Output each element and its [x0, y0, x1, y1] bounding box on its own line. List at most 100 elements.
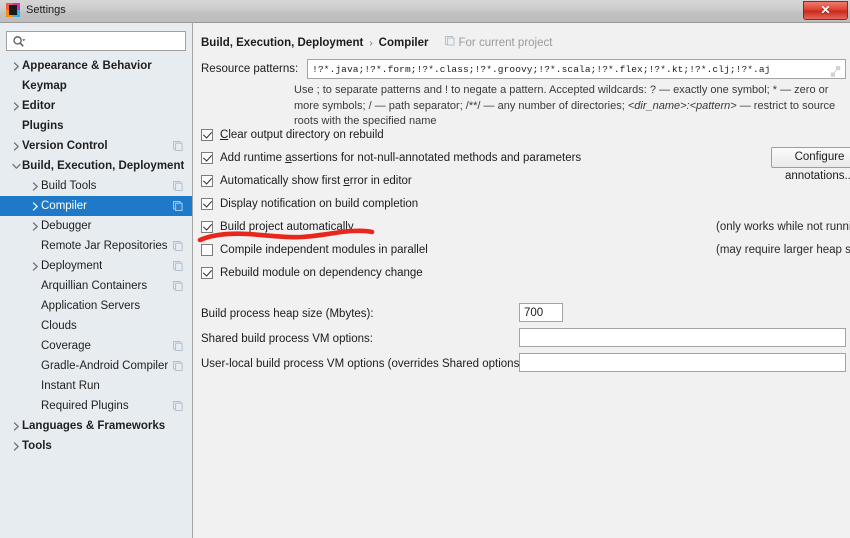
checkbox-side-note: (may require larger heap size) [716, 243, 850, 256]
copy-settings-icon [173, 181, 183, 192]
checkbox-row: Compile independent modules in parallel (… [201, 238, 850, 261]
field-label: Shared build process VM options: [201, 332, 373, 345]
checkbox-display-notification-on-build-completion[interactable] [201, 197, 213, 210]
sidebar-item-editor[interactable]: Editor [0, 96, 192, 116]
compiler-fields: Build process heap size (Mbytes): Shared … [201, 301, 846, 376]
resource-patterns-value[interactable]: !?*.java;!?*.form;!?*.class;!?*.groovy;!… [312, 62, 823, 77]
checkbox-row: Build project automatically (only works w… [201, 215, 850, 238]
settings-sidebar: Appearance & Behavior Keymap Editor Plugins… [0, 23, 193, 538]
sidebar-item-deployment[interactable]: Deployment [0, 256, 192, 276]
chevron-right-icon[interactable] [30, 201, 41, 211]
chevron-right-icon[interactable] [11, 61, 22, 71]
sidebar-item-remote-jar-repositories[interactable]: Remote Jar Repositories [0, 236, 192, 256]
settings-tree: Appearance & Behavior Keymap Editor Plugins… [0, 56, 192, 538]
sidebar-item-instant-run[interactable]: Instant Run [0, 376, 192, 396]
input-shared[interactable] [519, 328, 846, 347]
copy-settings-icon [173, 261, 183, 272]
sidebar-item-label: Required Plugins [41, 400, 129, 412]
input-userlocal[interactable] [519, 353, 846, 372]
breadcrumb-root[interactable]: Build, Execution, Deployment [201, 37, 363, 49]
chevron-right-icon[interactable] [30, 181, 41, 191]
help-line-2a: / — path separator; /**/ — any number of… [368, 99, 628, 112]
chevron-right-icon[interactable] [30, 261, 41, 271]
checkbox-label[interactable]: Display notification on build completion [220, 198, 418, 210]
checkbox-row: Add runtime assertions for not-null-anno… [201, 146, 850, 182]
sidebar-item-required-plugins[interactable]: Required Plugins [0, 396, 192, 416]
sidebar-item-label: Compiler [41, 200, 88, 212]
search-icon [12, 35, 26, 49]
copy-settings-icon [173, 361, 183, 372]
checkbox-label[interactable]: Compile independent modules in parallel [220, 244, 428, 256]
sidebar-item-label: Editor [22, 100, 56, 112]
sidebar-item-label: Gradle-Android Compiler [41, 360, 169, 372]
chevron-down-icon[interactable] [11, 163, 22, 170]
window-title: Settings [26, 4, 66, 16]
copy-settings-icon [173, 201, 183, 212]
sidebar-item-plugins[interactable]: Plugins [0, 116, 192, 136]
scope-note-label: For current project [458, 36, 553, 49]
sidebar-item-compiler[interactable]: Compiler [0, 196, 192, 216]
copy-settings-icon [173, 241, 183, 252]
intellij-idea-logo-icon [6, 3, 20, 17]
chevron-right-icon[interactable] [11, 141, 22, 151]
checkbox-row: Display notification on build completion [201, 192, 846, 215]
checkbox-build-project-automatically[interactable] [201, 220, 213, 233]
sidebar-item-arquillian-containers[interactable]: Arquillian Containers [0, 276, 192, 296]
checkbox-add-runtime-assertions-for-not-null-annotated-methods-and-parameters[interactable] [201, 151, 213, 164]
search-container [6, 31, 186, 51]
sidebar-item-tools[interactable]: Tools [0, 436, 192, 456]
checkbox-clear-output-directory-on-rebuild[interactable] [201, 128, 213, 141]
checkbox-label[interactable]: Rebuild module on dependency change [220, 267, 423, 279]
sidebar-item-build-execution-deployment[interactable]: Build, Execution, Deployment [0, 156, 192, 176]
sidebar-item-label: Arquillian Containers [41, 280, 148, 292]
breadcrumb-leaf: Compiler [378, 37, 429, 49]
resource-patterns-row: Resource patterns: !?*.java;!?*.form;!?*… [201, 59, 846, 79]
chevron-right-icon[interactable] [30, 221, 41, 231]
settings-window: Settings ✕ Appearance & Behavior Keymap Ed… [0, 0, 850, 538]
copy-settings-icon [173, 281, 183, 292]
chevron-right-icon[interactable] [11, 101, 22, 111]
sidebar-item-appearance-behavior[interactable]: Appearance & Behavior [0, 56, 192, 76]
checkbox-row: Clear output directory on rebuild [201, 123, 846, 146]
input-heap[interactable] [519, 303, 563, 322]
chevron-right-icon[interactable] [11, 421, 22, 431]
sidebar-item-label: Appearance & Behavior [22, 60, 152, 72]
sidebar-item-version-control[interactable]: Version Control [0, 136, 192, 156]
checkbox-label[interactable]: Clear output directory on rebuild [220, 129, 384, 141]
resource-patterns-label: Resource patterns: [201, 63, 299, 75]
sidebar-item-languages-frameworks[interactable]: Languages & Frameworks [0, 416, 192, 436]
sidebar-item-label: Build, Execution, Deployment [22, 160, 185, 172]
configure-annotations-button[interactable]: Configure annotations... [771, 147, 850, 182]
sidebar-item-label: Clouds [41, 320, 77, 332]
checkbox-label[interactable]: Automatically show first error in editor [220, 175, 412, 187]
checkbox-row: Automatically show first error in editor [201, 169, 846, 192]
scope-note: For current project [444, 36, 553, 49]
checkbox-rebuild-module-on-dependency-change[interactable] [201, 266, 213, 279]
chevron-right-icon[interactable] [11, 441, 22, 451]
checkbox-automatically-show-first-error-in-editor[interactable] [201, 174, 213, 187]
search-input[interactable] [29, 33, 181, 49]
checkbox-compile-independent-modules-in-parallel[interactable] [201, 243, 213, 256]
title-bar-left-group: Settings [6, 3, 66, 17]
sidebar-item-clouds[interactable]: Clouds [0, 316, 192, 336]
sidebar-item-build-tools[interactable]: Build Tools [0, 176, 192, 196]
sidebar-item-coverage[interactable]: Coverage [0, 336, 192, 356]
sidebar-item-label: Languages & Frameworks [22, 420, 166, 432]
sidebar-item-debugger[interactable]: Debugger [0, 216, 192, 236]
sidebar-item-label: Coverage [41, 340, 91, 352]
expand-field-icon[interactable] [830, 64, 841, 77]
copy-settings-icon [173, 341, 183, 352]
checkbox-label[interactable]: Add runtime assertions for not-null-anno… [220, 152, 581, 164]
sidebar-item-keymap[interactable]: Keymap [0, 76, 192, 96]
close-window-button[interactable]: ✕ [803, 1, 848, 20]
checkbox-label[interactable]: Build project automatically [220, 221, 354, 233]
sidebar-item-label: Plugins [22, 120, 64, 132]
sidebar-item-label: Remote Jar Repositories [41, 240, 168, 252]
resource-patterns-field[interactable]: !?*.java;!?*.form;!?*.class;!?*.groovy;!… [307, 59, 846, 79]
sidebar-item-application-servers[interactable]: Application Servers [0, 296, 192, 316]
search-box[interactable] [6, 31, 186, 51]
sidebar-item-label: Deployment [41, 260, 103, 272]
sidebar-item-gradle-android-compiler[interactable]: Gradle-Android Compiler [0, 356, 192, 376]
field-row: Build process heap size (Mbytes): [201, 301, 846, 326]
breadcrumb: Build, Execution, Deployment › Compiler … [201, 36, 552, 49]
